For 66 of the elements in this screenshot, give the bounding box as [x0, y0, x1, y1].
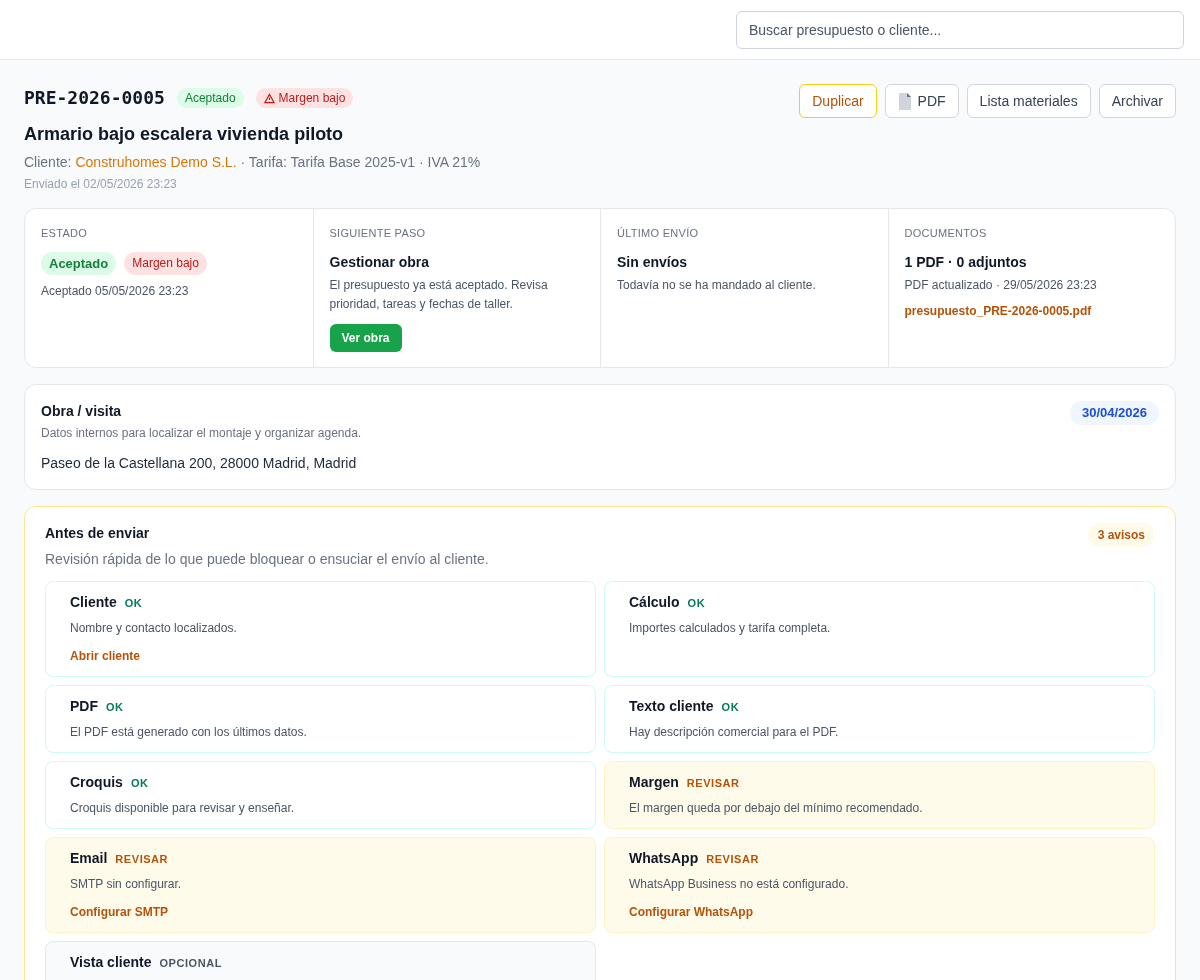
card-title: 1 PDF · 0 adjuntos	[904, 252, 1028, 272]
check-title: Vista cliente	[70, 953, 152, 972]
check-text: WhatsApp Business no está configurado.	[629, 876, 850, 892]
check-text: El margen queda por debajo del mínimo recomendado.	[629, 800, 924, 816]
card-text: El presupuesto ya está aceptado. Revisa prioridad, tareas y fechas de taller.	[329, 276, 549, 313]
check-link[interactable]: Configurar SMTP	[70, 904, 571, 920]
section-heading: DOCUMENTOS	[904, 226, 988, 241]
card-title: Gestionar obra	[329, 252, 431, 272]
status-badge: Margen bajo	[124, 251, 207, 275]
card-text: Todavía no se ha mandado al cliente.	[617, 276, 817, 294]
client-label: Cliente:	[24, 153, 72, 172]
check-link[interactable]: Abrir cliente	[70, 648, 571, 664]
check-title: Cliente	[70, 593, 117, 612]
check-title: Cálculo	[629, 593, 680, 612]
check-link[interactable]: Configurar WhatsApp	[629, 904, 1130, 920]
section-heading: ESTADO	[41, 226, 89, 241]
card-text: PDF actualizado · 29/05/2026 23:23	[904, 276, 1098, 294]
action-button[interactable]: PDF	[884, 84, 959, 118]
warning-icon	[263, 92, 275, 104]
warning-count: 3 avisos	[1087, 523, 1155, 547]
check-text: SMTP sin configurar.	[70, 876, 183, 892]
check-status: OK	[124, 596, 143, 611]
file-link[interactable]: presupuesto_PRE-2026-0005.pdf	[904, 302, 1159, 319]
check-text: Croquis disponible para revisar y enseñar.	[70, 800, 296, 816]
site-address: Paseo de la Castellana 200, 28000 Madrid, Madrid	[41, 454, 358, 473]
check-status: OK	[721, 700, 740, 715]
action-button[interactable]: Archivar	[1098, 84, 1176, 118]
check-status: OK	[130, 776, 149, 791]
card-title: Obra / visita	[41, 402, 123, 421]
check-text: Importes calculados y tarifa completa.	[629, 620, 832, 636]
section-heading: ÚLTIMO ENVÍO	[617, 226, 700, 241]
date-badge: 30/04/2026	[1069, 401, 1159, 425]
quote-title: Armario bajo escalera vivienda piloto	[24, 123, 345, 146]
status-badge: Aceptado	[176, 88, 244, 108]
check-status: REVISAR	[115, 852, 169, 867]
card-title: Sin envíos	[617, 252, 689, 272]
check-title: Texto cliente	[629, 697, 714, 716]
check-status: OPCIONAL	[159, 956, 222, 971]
status-badge: Aceptado	[41, 251, 117, 275]
quote-meta: · Tarifa: Tarifa Base 2025-v1 · IVA 21%	[240, 153, 481, 172]
panel-title: Antes de enviar	[45, 524, 151, 543]
check-status: OK	[106, 700, 124, 715]
quote-code: PRE-2026-0005	[24, 86, 165, 110]
check-status: OK	[687, 596, 706, 611]
status-badge: Margen bajo	[255, 88, 354, 108]
check-title: Email	[70, 849, 108, 868]
panel-subtitle: Revisión rápida de lo que puede bloquear o ensuciar el envío al cliente.	[45, 550, 489, 569]
status-note: Aceptado 05/05/2026 23:23	[41, 283, 190, 299]
check-text: El PDF está generado con los últimos datos.	[70, 724, 308, 740]
search-field[interactable]: Buscar presupuesto o cliente...	[736, 10, 1184, 49]
action-button[interactable]: Lista materiales	[966, 84, 1091, 118]
check-status: REVISAR	[686, 776, 740, 791]
check-title: WhatsApp	[629, 849, 699, 868]
sent-date: Enviado el 02/05/2026 23:23	[24, 176, 178, 192]
check-status: REVISAR	[706, 852, 759, 867]
check-title: PDF	[70, 697, 98, 716]
check-title: Croquis	[70, 773, 123, 792]
check-text: Nombre y contacto localizados.	[70, 620, 238, 636]
section-heading: SIGUIENTE PASO	[329, 226, 427, 241]
check-text: Hay descripción comercial para el PDF.	[629, 724, 840, 740]
document-icon	[897, 92, 912, 110]
card-subtitle: Datos internos para localizar el montaje y organizar agenda.	[41, 425, 362, 441]
action-button[interactable]: Duplicar	[799, 84, 877, 118]
client-link[interactable]: Construhomes Demo S.L.	[75, 152, 237, 172]
check-title: Margen	[629, 773, 679, 792]
view-button[interactable]: Ver obra	[329, 323, 402, 352]
